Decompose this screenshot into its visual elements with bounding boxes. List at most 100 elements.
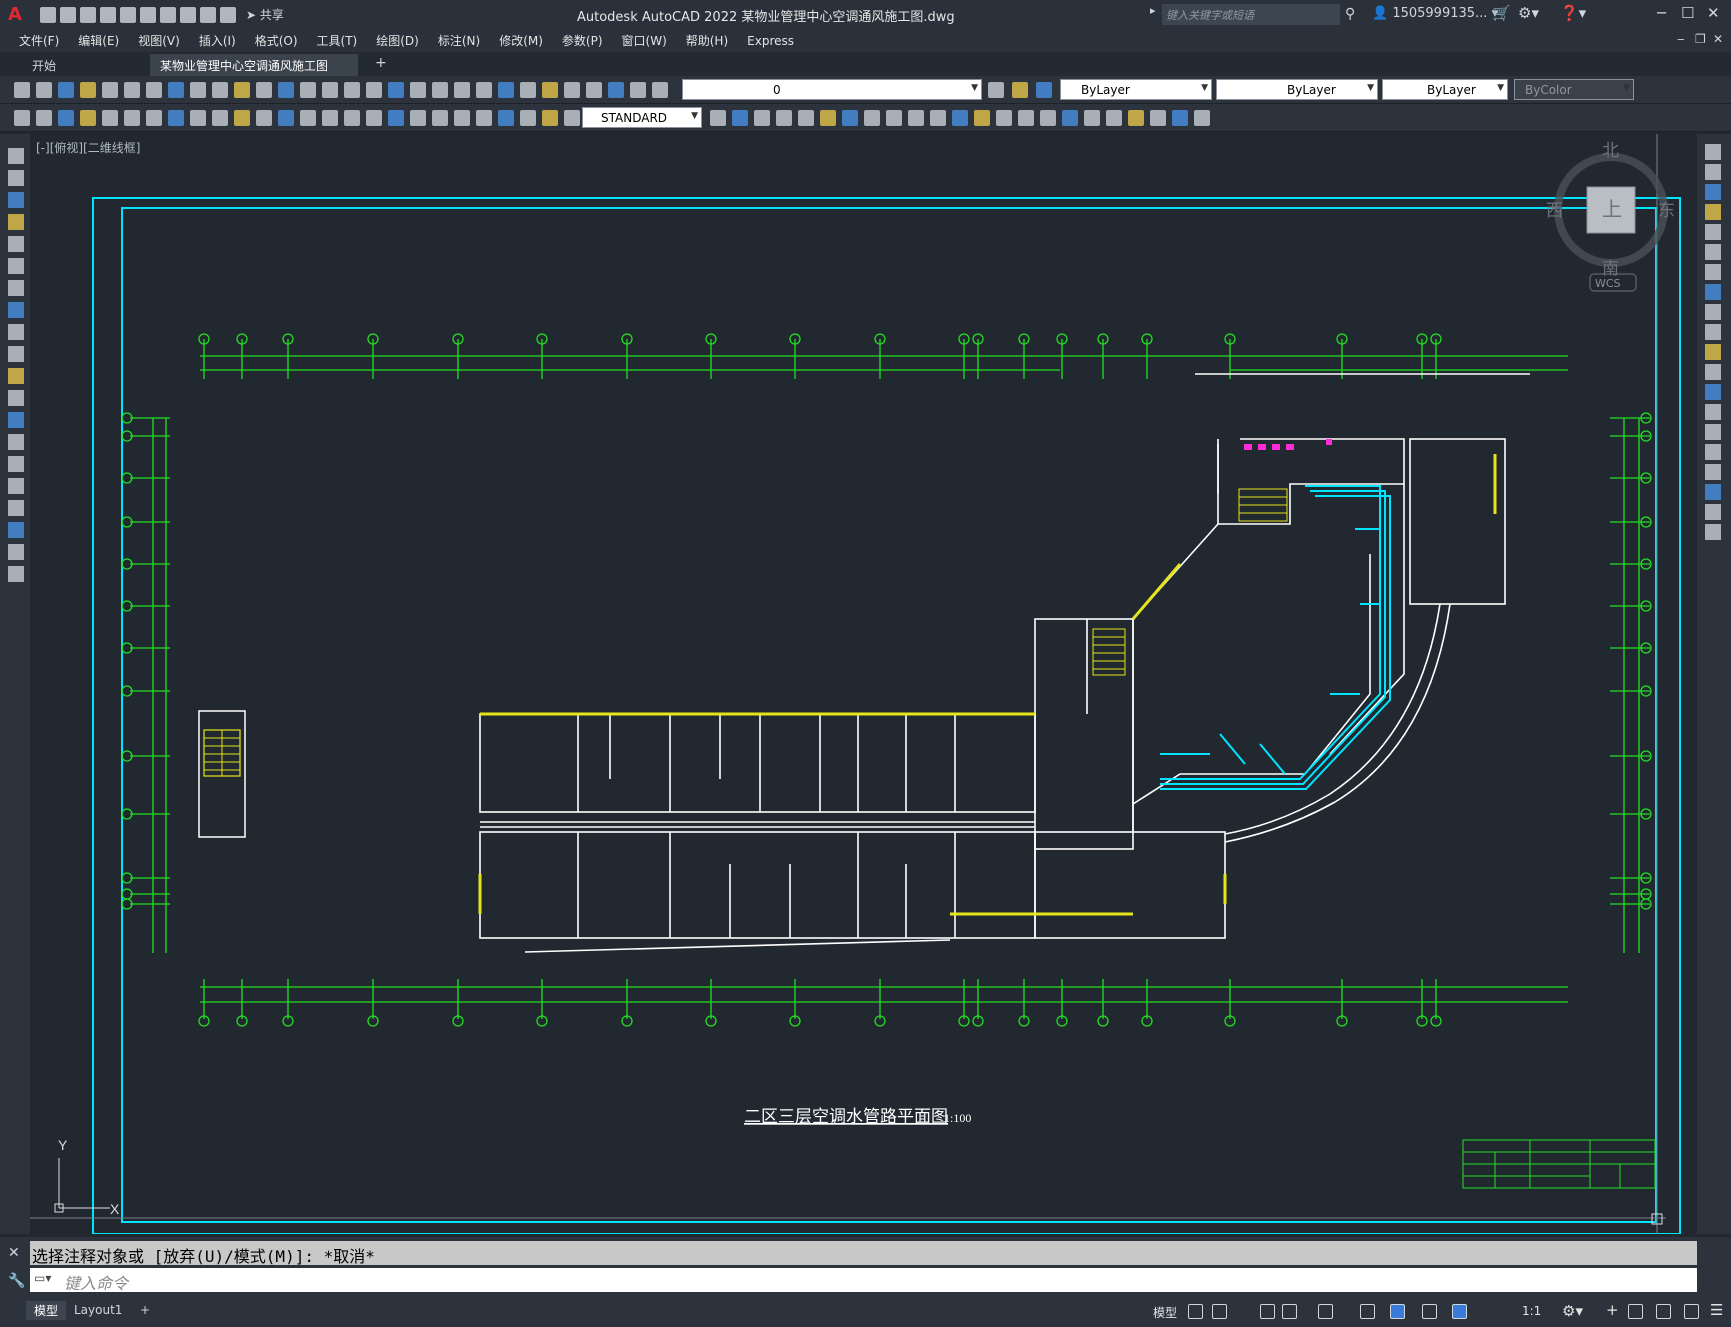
standard-tool-icon[interactable] (564, 82, 580, 98)
draw-tool-icon[interactable] (8, 368, 24, 384)
draw-tool-icon[interactable] (8, 456, 24, 472)
dimension-tool-icon[interactable] (520, 110, 536, 126)
grid-icon[interactable] (1188, 1304, 1203, 1319)
isometric-icon[interactable] (1360, 1304, 1375, 1319)
dimension-tool-icon[interactable] (1018, 110, 1034, 126)
standard-tool-icon[interactable] (80, 82, 96, 98)
standard-tool-icon[interactable] (124, 82, 140, 98)
standard-tool-icon[interactable] (586, 82, 602, 98)
dimension-tool-icon[interactable] (300, 110, 316, 126)
model-space-label[interactable]: 模型 (1153, 1304, 1177, 1321)
menu-item-4[interactable]: 格式(O) (255, 32, 298, 49)
customize-dropdown-icon[interactable] (220, 6, 236, 23)
dimension-tool-icon[interactable] (1106, 110, 1122, 126)
draw-tool-icon[interactable] (8, 522, 24, 538)
search-icon[interactable]: ⚲ (1345, 6, 1355, 22)
plus-icon[interactable]: + (1606, 1301, 1619, 1319)
standard-tool-icon[interactable] (988, 82, 1004, 98)
dimension-tool-icon[interactable] (952, 110, 968, 126)
dimension-tool-icon[interactable] (14, 110, 30, 126)
dimension-tool-icon[interactable] (908, 110, 924, 126)
command-input[interactable]: 键入命令 (30, 1268, 1697, 1293)
dimension-tool-icon[interactable] (80, 110, 96, 126)
viewcube-west[interactable]: 西 (1546, 201, 1563, 221)
color-dropdown[interactable]: ByLayer ▼ (1060, 79, 1212, 100)
save-web-icon[interactable] (140, 6, 156, 23)
standard-tool-icon[interactable] (14, 82, 30, 98)
standard-tool-icon[interactable] (256, 82, 272, 98)
standard-tool-icon[interactable] (190, 82, 206, 98)
viewcube-east[interactable]: 东 (1658, 201, 1675, 221)
standard-tool-icon[interactable] (630, 82, 646, 98)
standard-tool-icon[interactable] (278, 82, 294, 98)
layer-dropdown[interactable]: 0 ▼ (682, 79, 982, 100)
standard-tool-icon[interactable] (36, 82, 52, 98)
drawing-canvas[interactable]: 二区三层空调水管路平面图 1:100 Y X 上 北 南 西 东 WCS (30, 134, 1697, 1234)
modify-tool-icon[interactable] (1705, 244, 1721, 260)
menu-item-7[interactable]: 标注(N) (438, 32, 480, 49)
dimension-tool-icon[interactable] (820, 110, 836, 126)
dimension-tool-icon[interactable] (146, 110, 162, 126)
help-icon[interactable]: ❓▾ (1560, 4, 1586, 22)
hardware-accel-icon[interactable] (1656, 1304, 1671, 1319)
ortho-icon[interactable] (1260, 1304, 1275, 1319)
tab-model[interactable]: 模型 (26, 1301, 67, 1320)
modify-tool-icon[interactable] (1705, 264, 1721, 280)
dimension-tool-icon[interactable] (754, 110, 770, 126)
modify-tool-icon[interactable] (1705, 304, 1721, 320)
modify-tool-icon[interactable] (1705, 444, 1721, 460)
undo-icon[interactable] (180, 6, 196, 23)
modify-tool-icon[interactable] (1705, 424, 1721, 440)
dimension-tool-icon[interactable] (1150, 110, 1166, 126)
linetype-dropdown[interactable]: ByLayer ▼ (1216, 79, 1378, 100)
plotstyle-dropdown[interactable]: ByColor ▼ (1514, 79, 1634, 100)
standard-tool-icon[interactable] (212, 82, 228, 98)
dimension-tool-icon[interactable] (102, 110, 118, 126)
menu-item-3[interactable]: 插入(I) (199, 32, 236, 49)
dimension-tool-icon[interactable] (190, 110, 206, 126)
dimension-tool-icon[interactable] (732, 110, 748, 126)
draw-tool-icon[interactable] (8, 236, 24, 252)
modify-tool-icon[interactable] (1705, 344, 1721, 360)
standard-tool-icon[interactable] (1036, 82, 1052, 98)
close-cmd-icon[interactable]: ✕ (8, 1245, 20, 1261)
standard-tool-icon[interactable] (388, 82, 404, 98)
menu-item-11[interactable]: 帮助(H) (686, 32, 728, 49)
wrench-icon[interactable]: 🔧 (8, 1273, 25, 1289)
dimension-tool-icon[interactable] (842, 110, 858, 126)
dimension-tool-icon[interactable] (124, 110, 140, 126)
standard-tool-icon[interactable] (300, 82, 316, 98)
modify-tool-icon[interactable] (1705, 464, 1721, 480)
dimension-tool-icon[interactable] (476, 110, 492, 126)
maximize-icon[interactable]: ☐ (1681, 4, 1694, 22)
menu-item-12[interactable]: Express (747, 34, 794, 48)
modify-tool-icon[interactable] (1705, 404, 1721, 420)
dimension-tool-icon[interactable] (564, 110, 580, 126)
save-icon[interactable] (80, 6, 96, 23)
autocad-logo-icon[interactable]: A (8, 4, 30, 25)
draw-tool-icon[interactable] (8, 170, 24, 186)
tab-layout1[interactable]: Layout1 (74, 1303, 122, 1317)
customize-menu-icon[interactable]: ☰ (1710, 1301, 1723, 1319)
annotation-scale[interactable]: 1:1 (1522, 1304, 1541, 1318)
dimension-tool-icon[interactable] (344, 110, 360, 126)
share-button[interactable]: ➤ 共享 (246, 6, 284, 23)
web-mobile-icon[interactable] (120, 6, 136, 23)
standard-tool-icon[interactable] (102, 82, 118, 98)
draw-tool-icon[interactable] (8, 258, 24, 274)
dimension-tool-icon[interactable] (974, 110, 990, 126)
dimension-tool-icon[interactable] (432, 110, 448, 126)
isolate-icon[interactable] (1628, 1304, 1643, 1319)
standard-tool-icon[interactable] (652, 82, 668, 98)
draw-tool-icon[interactable] (8, 346, 24, 362)
modify-tool-icon[interactable] (1705, 144, 1721, 160)
standard-tool-icon[interactable] (168, 82, 184, 98)
modify-tool-icon[interactable] (1705, 504, 1721, 520)
dimension-tool-icon[interactable] (1172, 110, 1188, 126)
draw-tool-icon[interactable] (8, 324, 24, 340)
standard-tool-icon[interactable] (58, 82, 74, 98)
dimension-tool-icon[interactable] (542, 110, 558, 126)
dimension-tool-icon[interactable] (1128, 110, 1144, 126)
dimension-tool-icon[interactable] (234, 110, 250, 126)
standard-tool-icon[interactable] (608, 82, 624, 98)
